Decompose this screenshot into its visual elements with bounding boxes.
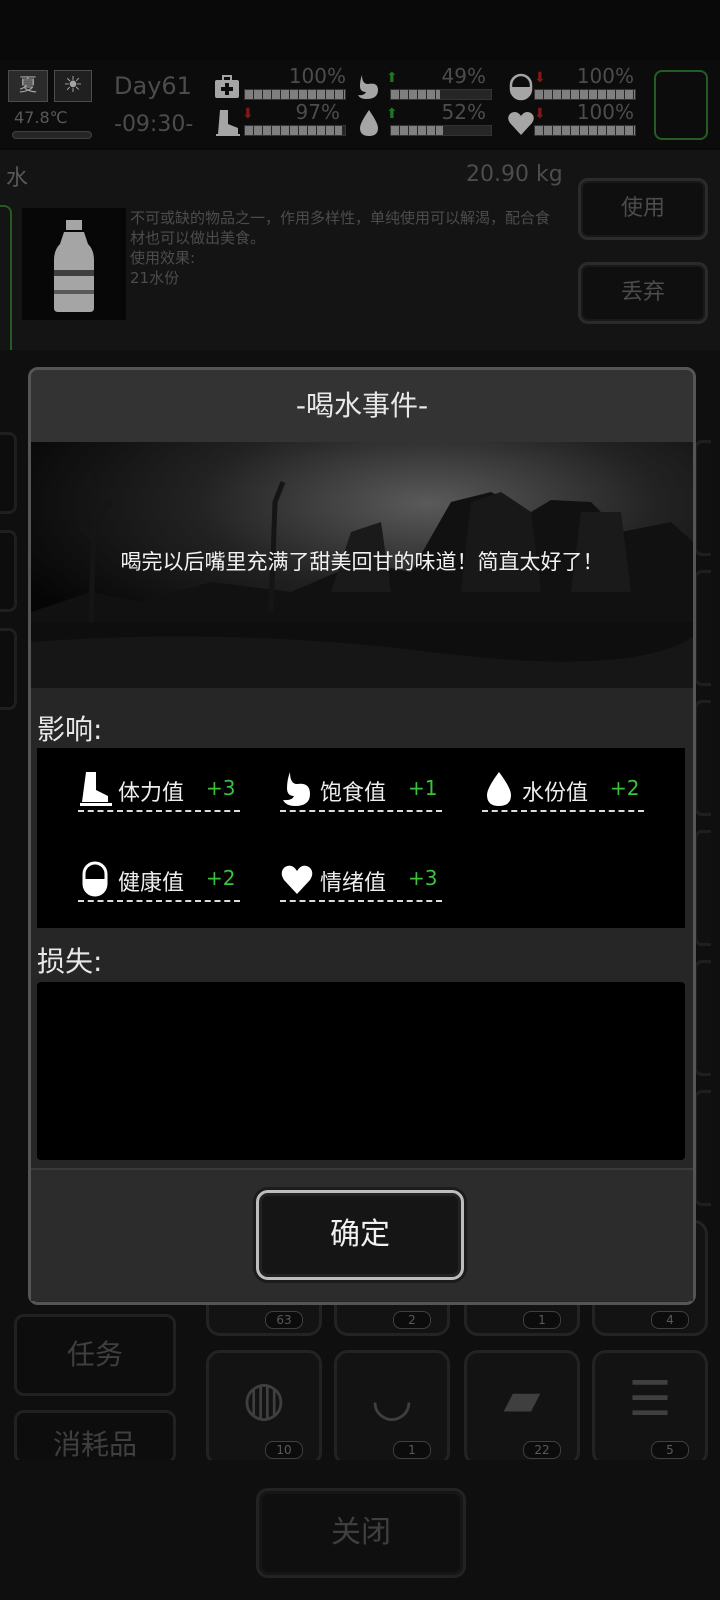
effect-value: +2 [206, 866, 236, 890]
effect-name: 饱食值 [320, 781, 387, 806]
effect-hunger: 饱食值 +1 [280, 770, 442, 812]
confirm-button[interactable]: 确定 [256, 1190, 464, 1280]
effect-name: 情绪值 [320, 871, 387, 896]
water-drop-icon [487, 772, 511, 806]
effect-value: +3 [206, 776, 236, 800]
loss-panel [37, 982, 685, 1160]
effect-name: 健康值 [118, 871, 185, 896]
dialog-title: -喝水事件- [295, 389, 429, 422]
stomach-icon [283, 772, 310, 806]
effect-value: +3 [408, 866, 438, 890]
effect-mood: 情绪值 +3 [280, 860, 442, 902]
effect-value: +2 [610, 776, 640, 800]
heart-icon [281, 865, 313, 894]
loss-label: 损失: [37, 945, 103, 978]
effect-name: 水份值 [522, 781, 589, 806]
event-message: 喝完以后嘴里充满了甜美回甘的味道！简直太好了！ [120, 550, 604, 574]
effect-health: 健康值 +2 [78, 860, 240, 902]
effect-stamina: 体力值 +3 [78, 770, 240, 812]
effect-value: +1 [408, 776, 438, 800]
effects-label: 影响: [37, 713, 103, 746]
boot-icon [80, 772, 112, 806]
pill-icon [82, 861, 108, 897]
effect-name: 体力值 [118, 781, 185, 806]
effect-water: 水份值 +2 [482, 770, 644, 812]
